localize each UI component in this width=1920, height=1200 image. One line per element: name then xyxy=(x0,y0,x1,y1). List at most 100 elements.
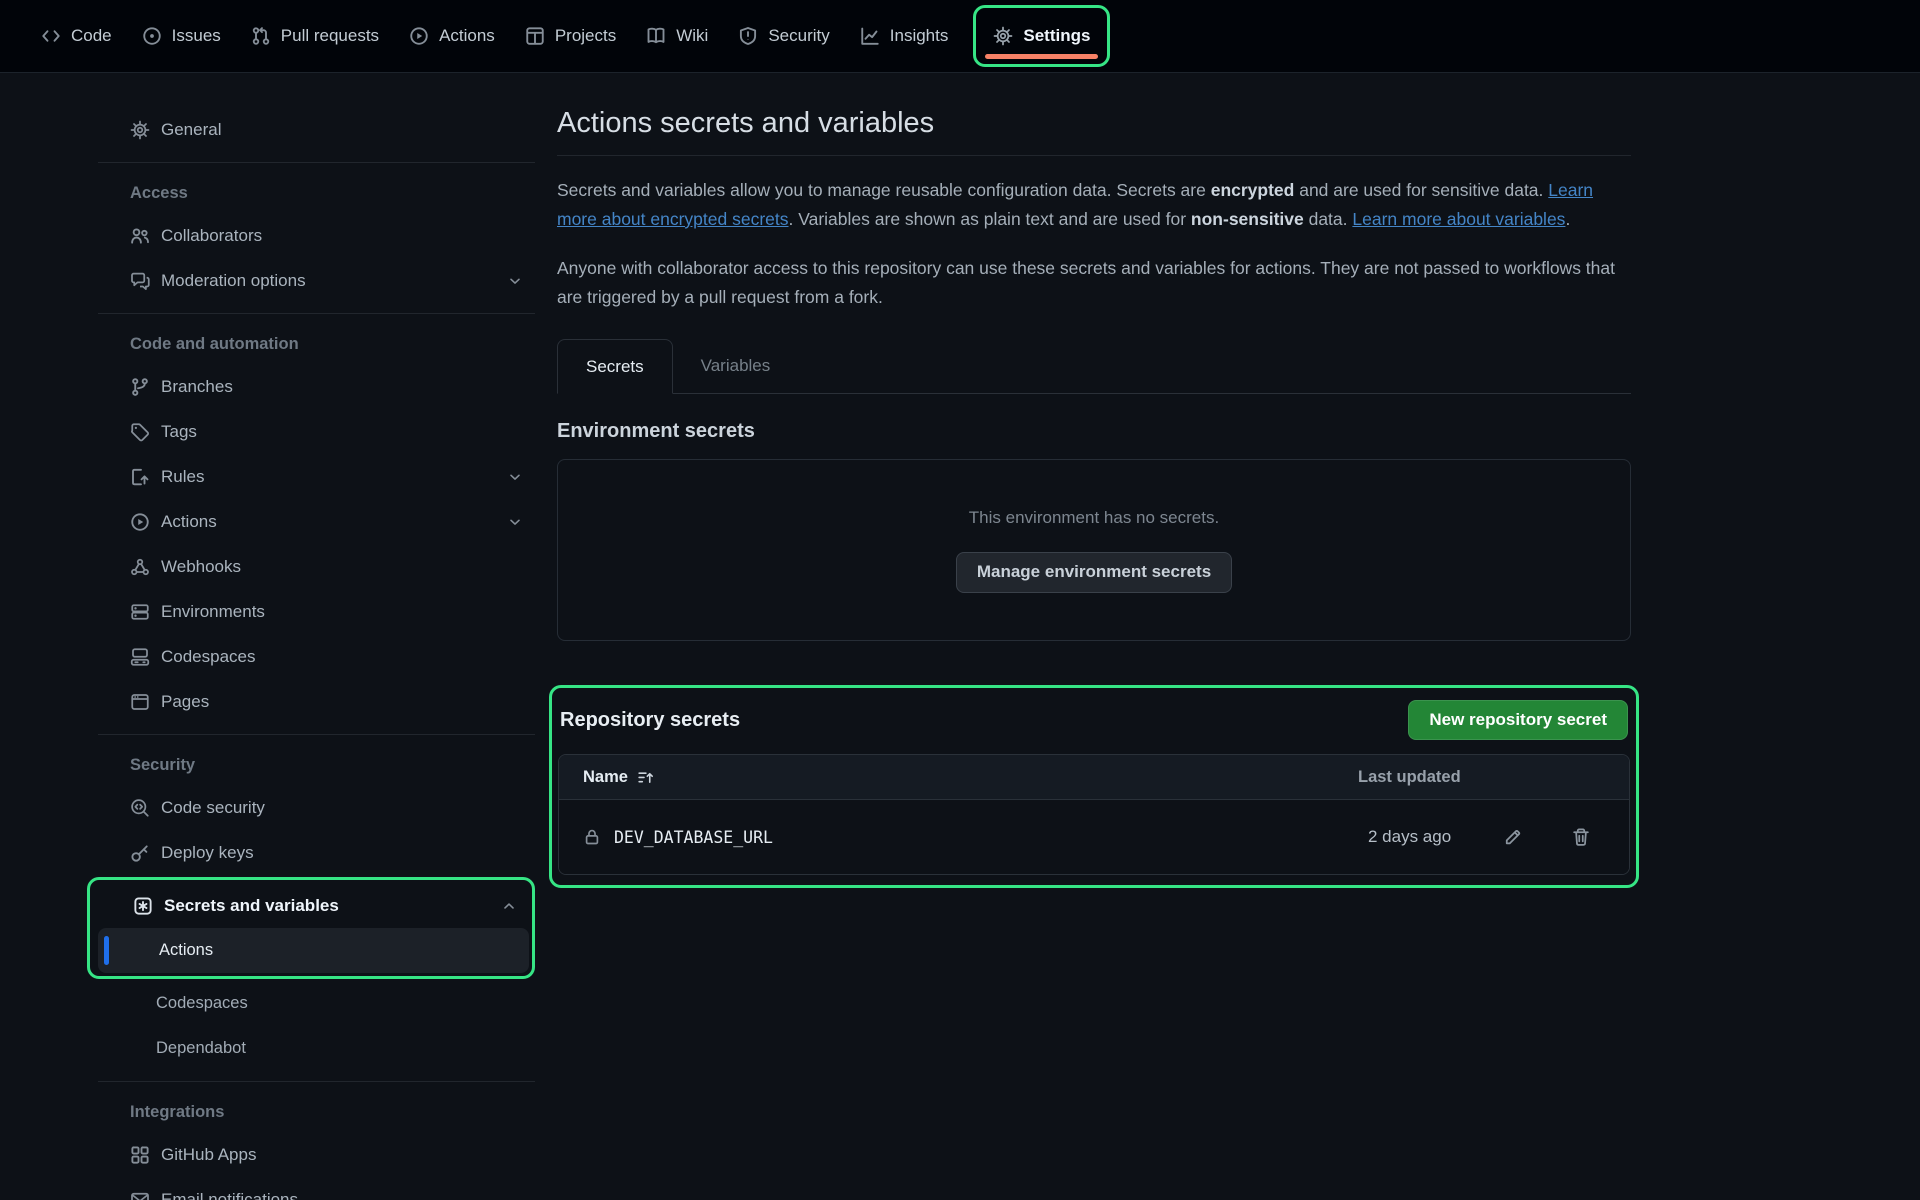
asterisk-box-icon xyxy=(133,896,153,916)
settings-content: Actions secrets and variables Secrets an… xyxy=(557,73,1631,888)
sidebar-section-integrations: Integrations xyxy=(98,1092,535,1132)
graph-icon xyxy=(860,26,880,46)
delete-secret-button[interactable] xyxy=(1567,823,1595,851)
sidebar-subitem-label: Codespaces xyxy=(156,994,248,1013)
intro-bold-encrypted: encrypted xyxy=(1211,180,1295,200)
settings-tab-highlight-ring: Settings xyxy=(973,5,1110,67)
nav-tab-label: Projects xyxy=(555,26,616,46)
collaborator-access-paragraph: Anyone with collaborator access to this … xyxy=(557,254,1631,312)
link-learn-more-variables[interactable]: Learn more about variables xyxy=(1352,209,1565,229)
sidebar-item-label: Webhooks xyxy=(161,557,241,577)
column-header-last-updated: Last updated xyxy=(1358,768,1605,787)
sidebar-item-secrets-and-variables[interactable]: Secrets and variables xyxy=(98,883,529,928)
webhook-icon xyxy=(130,557,150,577)
tab-variables[interactable]: Variables xyxy=(673,338,799,393)
nav-tab-code[interactable]: Code xyxy=(26,0,127,72)
sidebar-item-tags[interactable]: Tags xyxy=(98,409,535,454)
table-row: DEV_DATABASE_URL 2 days ago xyxy=(559,800,1629,874)
sidebar-item-label: Secrets and variables xyxy=(164,896,339,916)
sidebar-item-label: GitHub Apps xyxy=(161,1145,256,1165)
secret-last-updated: 2 days ago xyxy=(1368,827,1499,847)
nav-tab-security[interactable]: Security xyxy=(723,0,844,72)
mail-icon xyxy=(130,1190,150,1200)
sidebar-subitem-actions[interactable]: Actions xyxy=(98,928,529,973)
new-repository-secret-button[interactable]: New repository secret xyxy=(1408,700,1628,740)
nav-tab-label: Wiki xyxy=(676,26,708,46)
gear-icon xyxy=(130,120,150,140)
book-icon xyxy=(646,26,666,46)
repository-secrets-header: Repository secrets New repository secret xyxy=(558,696,1630,754)
sidebar-item-webhooks[interactable]: Webhooks xyxy=(98,544,535,589)
nav-tab-settings[interactable]: Settings xyxy=(993,26,1090,46)
sidebar-item-collaborators[interactable]: Collaborators xyxy=(98,213,535,258)
sidebar-item-deploy-keys[interactable]: Deploy keys xyxy=(98,830,535,875)
sidebar-item-code-security[interactable]: Code security xyxy=(98,785,535,830)
environment-secrets-panel: This environment has no secrets. Manage … xyxy=(557,459,1631,641)
intro-text: . xyxy=(1565,209,1570,229)
tag-icon xyxy=(130,422,150,442)
repo-nav: Code Issues Pull requests Actions Projec… xyxy=(0,0,1920,73)
sidebar-item-branches[interactable]: Branches xyxy=(98,364,535,409)
intro-text: Secrets and variables allow you to manag… xyxy=(557,180,1211,200)
divider xyxy=(98,734,535,735)
secret-name: DEV_DATABASE_URL xyxy=(614,828,773,847)
sidebar-item-environments[interactable]: Environments xyxy=(98,589,535,634)
sidebar-item-moderation-options[interactable]: Moderation options xyxy=(98,258,535,303)
sidebar-item-label: Email notifications xyxy=(161,1190,298,1200)
sidebar-section-security: Security xyxy=(98,745,535,785)
sidebar-subitem-label: Actions xyxy=(159,941,213,960)
sidebar-subitem-codespaces[interactable]: Codespaces xyxy=(98,981,535,1026)
settings-sidebar: General Access Collaborators Moderation … xyxy=(98,73,535,1200)
chevron-up-icon xyxy=(501,898,517,914)
intro-text: . Variables are shown as plain text and … xyxy=(789,209,1191,229)
sidebar-section-code-and-automation: Code and automation xyxy=(98,324,535,364)
sidebar-item-email-notifications[interactable]: Email notifications xyxy=(98,1177,535,1200)
repository-secrets-table: Name Last updated DEV_DATABASE_URL 2 day… xyxy=(558,754,1630,875)
secrets-and-variables-highlight-ring: Secrets and variables Actions xyxy=(87,877,535,979)
sidebar-item-label: Codespaces xyxy=(161,647,256,667)
sidebar-item-label: Environments xyxy=(161,602,265,622)
tab-secrets[interactable]: Secrets xyxy=(557,339,673,394)
sidebar-item-label: Pages xyxy=(161,692,209,712)
chevron-down-icon xyxy=(507,514,523,530)
nav-tab-insights[interactable]: Insights xyxy=(845,0,964,72)
nav-tab-pull-requests[interactable]: Pull requests xyxy=(236,0,394,72)
sidebar-item-rules[interactable]: Rules xyxy=(98,454,535,499)
nav-tab-actions[interactable]: Actions xyxy=(394,0,510,72)
manage-environment-secrets-button[interactable]: Manage environment secrets xyxy=(956,552,1232,593)
secret-name-cell: DEV_DATABASE_URL xyxy=(583,828,1368,847)
sidebar-item-general[interactable]: General xyxy=(98,107,535,152)
sidebar-item-label: Code security xyxy=(161,798,265,818)
nav-tab-issues[interactable]: Issues xyxy=(127,0,236,72)
sidebar-item-label: Actions xyxy=(161,512,217,532)
sidebar-item-github-apps[interactable]: GitHub Apps xyxy=(98,1132,535,1177)
nav-tab-label: Issues xyxy=(172,26,221,46)
shield-icon xyxy=(738,26,758,46)
repository-secrets-heading: Repository secrets xyxy=(560,709,740,732)
nav-tab-projects[interactable]: Projects xyxy=(510,0,631,72)
people-icon xyxy=(130,226,150,246)
key-icon xyxy=(130,843,150,863)
sidebar-item-pages[interactable]: Pages xyxy=(98,679,535,724)
sidebar-subitem-dependabot[interactable]: Dependabot xyxy=(98,1026,535,1071)
lock-icon xyxy=(583,828,601,846)
edit-secret-button[interactable] xyxy=(1499,823,1527,851)
issue-opened-icon xyxy=(142,26,162,46)
sidebar-item-label: Rules xyxy=(161,467,204,487)
nav-tab-wiki[interactable]: Wiki xyxy=(631,0,723,72)
column-header-name[interactable]: Name xyxy=(583,768,654,787)
sidebar-item-label: Deploy keys xyxy=(161,843,254,863)
secret-row-actions xyxy=(1499,823,1595,851)
active-tab-underline xyxy=(985,54,1098,59)
nav-tab-label: Code xyxy=(71,26,112,46)
browser-icon xyxy=(130,692,150,712)
table-icon xyxy=(525,26,545,46)
intro-paragraph: Secrets and variables allow you to manag… xyxy=(557,176,1631,234)
nav-tab-label: Pull requests xyxy=(281,26,379,46)
pencil-icon xyxy=(1503,827,1523,847)
sidebar-item-actions[interactable]: Actions xyxy=(98,499,535,544)
code-scan-icon xyxy=(130,798,150,818)
code-icon xyxy=(41,26,61,46)
sidebar-item-codespaces[interactable]: Codespaces xyxy=(98,634,535,679)
server-icon xyxy=(130,602,150,622)
